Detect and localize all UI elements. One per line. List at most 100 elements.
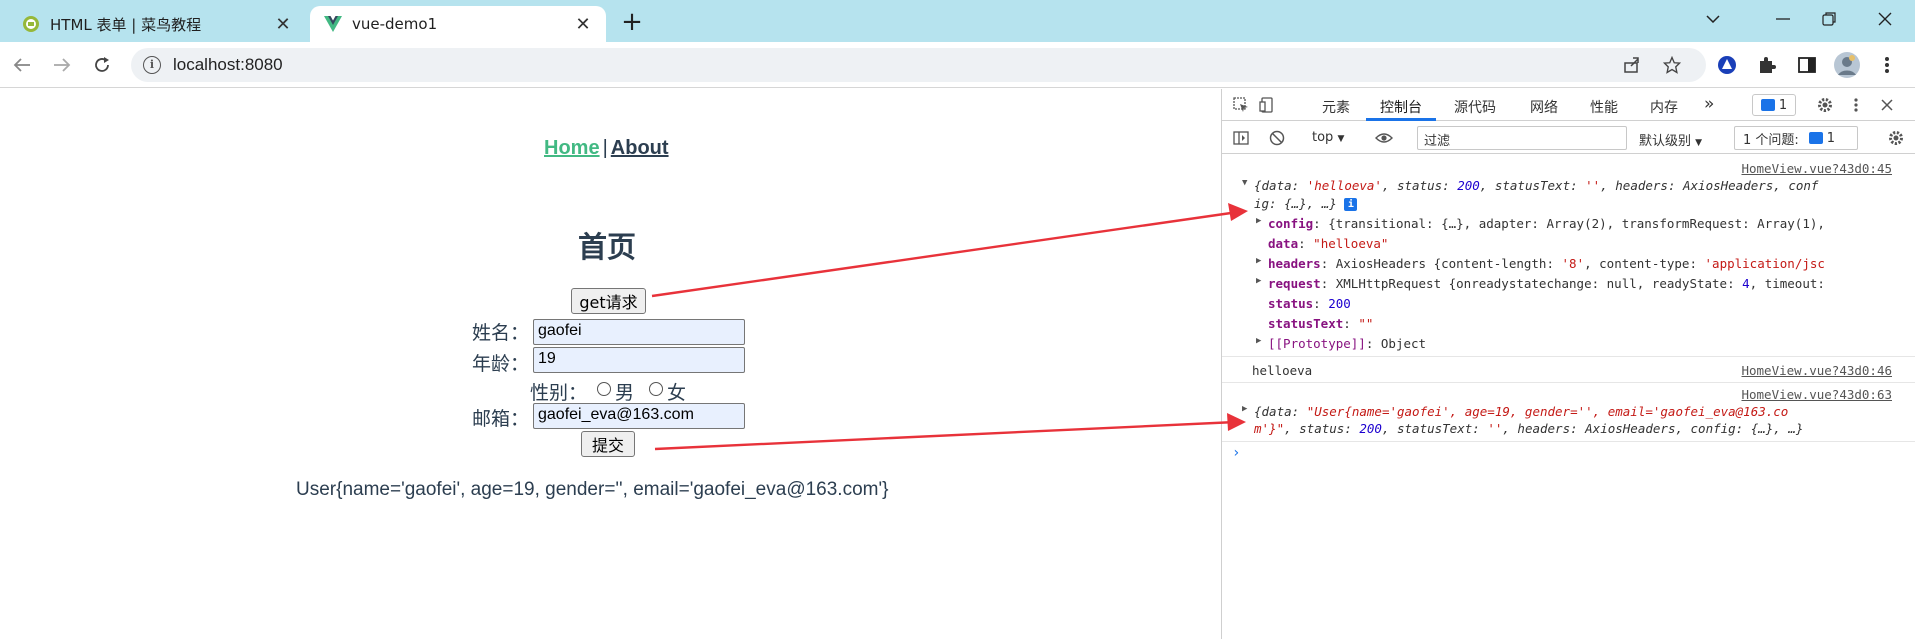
prop-config[interactable]: ▶ config: {transitional: {…}, adapter: Ar… <box>1256 216 1825 231</box>
tab-title: vue-demo1 <box>352 15 438 33</box>
page-title: 首页 <box>578 230 637 264</box>
gender-label: 性别： <box>530 382 588 404</box>
expand-triangle-icon[interactable]: ▶ <box>1256 216 1266 226</box>
console-object-summary[interactable]: ▼ {data: 'helloeva', status: 200, statusT… <box>1242 178 1818 193</box>
info-icon[interactable]: i <box>143 56 161 74</box>
close-window-icon[interactable] <box>1862 0 1908 38</box>
expand-triangle-icon[interactable]: ▼ <box>1242 178 1252 188</box>
close-icon[interactable]: ✕ <box>572 13 594 35</box>
devtools-tab-memory[interactable]: 内存 <box>1650 97 1678 117</box>
devtools-panel: 元素 控制台 源代码 网络 性能 内存 » 1 top ▼ 过滤 默认级别 ▼ … <box>1221 89 1915 639</box>
eye-icon[interactable] <box>1373 127 1395 149</box>
forward-icon[interactable] <box>48 51 76 79</box>
gender-female-label: 女 <box>667 382 687 404</box>
filter-input[interactable]: 过滤 <box>1417 126 1627 150</box>
devtools-tab-bar: 元素 控制台 源代码 网络 性能 内存 » 1 <box>1222 89 1915 121</box>
divider <box>1222 356 1915 357</box>
console-filter-bar: top ▼ 过滤 默认级别 ▼ 1 个问题: 1 <box>1222 122 1915 154</box>
nav-home-link[interactable]: Home <box>544 137 600 159</box>
browser-window: HTML 表单 | 菜鸟教程 ✕ vue-demo1 ✕ + i localho… <box>0 0 1915 639</box>
email-label: 邮箱： <box>472 408 530 430</box>
clear-console-icon[interactable] <box>1266 127 1288 149</box>
log-level-value: 默认级别 <box>1639 134 1692 149</box>
inspect-icon[interactable] <box>1230 94 1252 116</box>
prop-prototype[interactable]: ▶ [[Prototype]]: Object <box>1256 336 1426 351</box>
avatar[interactable] <box>1834 52 1860 78</box>
vue-favicon-icon <box>324 15 342 33</box>
new-tab-plus-icon[interactable]: + <box>618 7 646 37</box>
chevron-down-icon[interactable] <box>1690 0 1736 38</box>
tab-vue-demo1[interactable]: vue-demo1 ✕ <box>310 6 606 42</box>
menu-icon[interactable] <box>1874 52 1900 78</box>
more-tabs-icon[interactable]: » <box>1704 94 1714 114</box>
issue-badge-count: 1 <box>1778 97 1788 113</box>
age-label: 年龄： <box>472 353 530 375</box>
active-tab-indicator <box>1366 118 1436 121</box>
issue-badge[interactable]: 1 <box>1752 94 1796 116</box>
sidebar-toggle-icon[interactable] <box>1230 127 1252 149</box>
issues-count: 1 <box>1826 130 1836 146</box>
minimize-icon[interactable] <box>1760 0 1806 38</box>
prop-status: status: 200 <box>1268 296 1351 311</box>
gender-male-radio[interactable] <box>597 382 611 396</box>
close-icon[interactable]: ✕ <box>272 13 294 35</box>
source-link[interactable]: HomeView.vue?43d0:63 <box>1741 387 1892 402</box>
tab-runoob[interactable]: HTML 表单 | 菜鸟教程 ✕ <box>8 6 306 42</box>
puzzle-icon[interactable] <box>1754 52 1780 78</box>
gender-female-radio[interactable] <box>649 382 663 396</box>
expand-triangle-icon[interactable]: ▶ <box>1242 404 1252 414</box>
devtools-tab-network[interactable]: 网络 <box>1530 97 1558 117</box>
get-request-button[interactable]: get请求 <box>571 288 646 314</box>
info-icon: i <box>1344 198 1358 211</box>
context-selector[interactable]: top ▼ <box>1312 130 1344 145</box>
prop-data: data: "helloeva" <box>1268 236 1389 251</box>
close-devtools-icon[interactable] <box>1876 94 1898 116</box>
share-icon[interactable] <box>1621 54 1643 76</box>
devtools-tab-elements[interactable]: 元素 <box>1322 97 1350 117</box>
context-selector-value: top <box>1312 130 1334 145</box>
name-input[interactable]: gaofei <box>533 319 745 345</box>
star-icon[interactable] <box>1661 54 1683 76</box>
tab-strip: HTML 表单 | 菜鸟教程 ✕ vue-demo1 ✕ + <box>0 0 1915 42</box>
sidebar-icon[interactable] <box>1794 52 1820 78</box>
submit-button[interactable]: 提交 <box>581 431 635 457</box>
divider <box>1222 441 1915 442</box>
message-icon <box>1760 99 1775 111</box>
issues-button[interactable]: 1 个问题: 1 <box>1734 126 1858 150</box>
nav-separator: | <box>602 137 608 159</box>
console-object-summary-wrap: ig: {…}, …} i <box>1254 196 1358 211</box>
top-nav: Home | About <box>544 137 669 160</box>
devtools-tab-performance[interactable]: 性能 <box>1590 97 1618 117</box>
extension-icon[interactable] <box>1714 52 1740 78</box>
prop-statustext: statusText: "" <box>1268 316 1374 331</box>
message-icon <box>1808 132 1823 144</box>
console-object-summary[interactable]: ▶ {data: "User{name='gaofei', age=19, gen… <box>1242 404 1788 419</box>
nav-about-link[interactable]: About <box>611 137 669 159</box>
source-link[interactable]: HomeView.vue?43d0:46 <box>1741 363 1892 378</box>
prop-request[interactable]: ▶ request: XMLHttpRequest {onreadystatech… <box>1256 276 1825 291</box>
devtools-tab-sources[interactable]: 源代码 <box>1454 97 1496 117</box>
prop-headers[interactable]: ▶ headers: AxiosHeaders {content-length: … <box>1256 256 1825 271</box>
browser-toolbar: i localhost:8080 <box>0 42 1915 88</box>
console-output: HomeView.vue?43d0:45 ▼ {data: 'helloeva',… <box>1222 155 1915 639</box>
console-prompt[interactable]: › <box>1232 445 1240 461</box>
back-icon[interactable] <box>8 51 36 79</box>
source-link[interactable]: HomeView.vue?43d0:45 <box>1741 161 1892 176</box>
expand-triangle-icon[interactable]: ▶ <box>1256 276 1266 286</box>
email-input[interactable]: gaofei_eva@163.com <box>533 403 745 429</box>
restore-icon[interactable] <box>1806 0 1852 38</box>
url-text: localhost:8080 <box>173 55 283 74</box>
devtools-menu-icon[interactable] <box>1845 94 1867 116</box>
device-icon[interactable] <box>1256 94 1278 116</box>
issues-label: 1 个问题: <box>1743 132 1799 148</box>
console-settings-icon[interactable] <box>1885 127 1907 149</box>
reload-icon[interactable] <box>88 51 116 79</box>
expand-triangle-icon[interactable]: ▶ <box>1256 256 1266 266</box>
settings-icon[interactable] <box>1814 94 1836 116</box>
log-level-selector[interactable]: 默认级别 ▼ <box>1639 130 1702 149</box>
runoob-favicon-icon <box>22 15 40 33</box>
address-bar[interactable]: i localhost:8080 <box>131 48 1706 82</box>
devtools-tab-console[interactable]: 控制台 <box>1380 97 1422 117</box>
expand-triangle-icon[interactable]: ▶ <box>1256 336 1266 346</box>
age-input[interactable]: 19 <box>533 347 745 373</box>
